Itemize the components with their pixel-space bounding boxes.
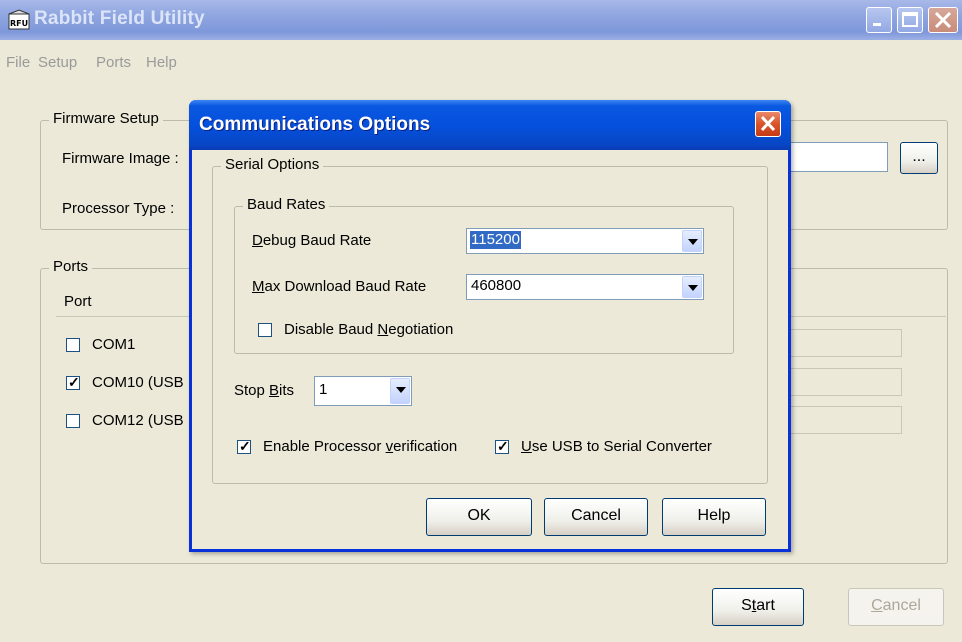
processor-verification-checkbox[interactable]: ✓ xyxy=(237,437,251,454)
ok-label: OK xyxy=(467,507,491,524)
help-label: Help xyxy=(697,507,731,524)
checkmark-icon: ✓ xyxy=(68,373,80,390)
menu-ports[interactable]: Ports xyxy=(96,54,131,71)
rfu-app-icon: RFU xyxy=(8,9,30,30)
main-window-title: Rabbit Field Utility xyxy=(34,8,205,29)
baud-rates-label: Baud Rates xyxy=(243,196,330,213)
processor-verification-label: Enable Processor verification xyxy=(263,438,458,455)
checkmark-icon: ✓ xyxy=(497,437,509,454)
processor-type-label: Processor Type : xyxy=(62,200,175,217)
port-com10-status xyxy=(790,368,902,396)
close-main-button[interactable] xyxy=(928,7,958,33)
disable-negotiation-checkbox[interactable] xyxy=(258,322,272,337)
port-com12-checkbox[interactable] xyxy=(66,413,80,428)
debug-baud-value: 115200 xyxy=(470,231,521,249)
svg-text:RFU: RFU xyxy=(10,19,28,28)
firmware-setup-label: Firmware Setup xyxy=(49,110,163,127)
close-icon xyxy=(760,115,776,132)
processor-verification-row[interactable]: ✓ Enable Processor verification xyxy=(237,438,457,455)
dropdown-arrow-icon[interactable] xyxy=(390,378,410,404)
port-row-com1[interactable]: COM1 xyxy=(66,336,135,353)
maximize-icon xyxy=(902,12,918,27)
main-cancel-label: Cancel xyxy=(871,597,921,614)
menubar: File Setup Ports Help xyxy=(0,54,962,78)
minimize-icon xyxy=(873,23,881,26)
ok-button[interactable]: OK xyxy=(426,498,532,536)
serial-options-label: Serial Options xyxy=(221,156,324,173)
start-button[interactable]: Start xyxy=(712,588,804,626)
stop-bits-label: Stop Bits xyxy=(234,382,295,399)
maximize-button[interactable] xyxy=(897,7,923,33)
firmware-image-label: Firmware Image : xyxy=(62,150,179,167)
dropdown-arrow-icon[interactable] xyxy=(682,230,702,252)
port-com1-label: COM1 xyxy=(92,336,136,353)
usb-converter-row[interactable]: ✓ Use USB to Serial Converter xyxy=(495,438,712,455)
dropdown-arrow-icon[interactable] xyxy=(682,276,702,298)
disable-negotiation-label: Disable Baud Negotiation xyxy=(284,321,454,338)
browse-button[interactable]: ... xyxy=(900,142,938,174)
max-download-baud-select[interactable]: 460800 xyxy=(466,274,704,300)
port-com12-label: COM12 (USB xyxy=(92,412,184,429)
usb-converter-checkbox[interactable]: ✓ xyxy=(495,437,509,454)
disable-negotiation-row[interactable]: Disable Baud Negotiation xyxy=(258,321,453,338)
menu-setup[interactable]: Setup xyxy=(38,54,77,71)
checkmark-icon: ✓ xyxy=(239,437,251,454)
stop-bits-value: 1 xyxy=(319,381,328,398)
port-com10-checkbox[interactable]: ✓ xyxy=(66,373,80,390)
close-icon xyxy=(934,11,952,29)
debug-baud-select[interactable]: 115200 xyxy=(466,228,704,254)
usb-converter-label: Use USB to Serial Converter xyxy=(521,438,712,455)
port-com1-status xyxy=(790,329,902,357)
debug-baud-label: Debug Baud Rate xyxy=(252,232,372,249)
start-label: Start xyxy=(741,597,775,614)
port-row-com12[interactable]: COM12 (USB xyxy=(66,412,184,429)
help-button[interactable]: Help xyxy=(662,498,766,536)
max-download-baud-value: 460800 xyxy=(471,277,522,294)
firmware-image-input[interactable] xyxy=(790,142,888,172)
communications-options-dialog: Communications Options Serial Options Ba… xyxy=(189,100,791,552)
minimize-button[interactable] xyxy=(866,7,892,33)
ports-group-label: Ports xyxy=(49,258,93,275)
port-com12-status xyxy=(790,406,902,434)
stop-bits-select[interactable]: 1 xyxy=(314,376,412,406)
menu-file[interactable]: File xyxy=(6,54,30,71)
menu-help[interactable]: Help xyxy=(146,54,177,71)
dialog-title: Communications Options xyxy=(199,114,431,135)
main-titlebar[interactable]: RFU Rabbit Field Utility xyxy=(0,0,962,40)
port-com1-checkbox[interactable] xyxy=(66,337,80,352)
port-com10-label: COM10 (USB xyxy=(92,374,184,391)
max-download-baud-label: Max Download Baud Rate xyxy=(252,278,427,295)
dialog-cancel-button[interactable]: Cancel xyxy=(544,498,648,536)
main-cancel-button[interactable]: Cancel xyxy=(848,588,944,626)
dialog-cancel-label: Cancel xyxy=(571,507,621,524)
dialog-close-button[interactable] xyxy=(755,111,781,137)
dialog-titlebar[interactable]: Communications Options xyxy=(189,100,791,150)
port-row-com10[interactable]: ✓ COM10 (USB xyxy=(66,374,184,391)
port-column-header: Port xyxy=(64,293,92,310)
